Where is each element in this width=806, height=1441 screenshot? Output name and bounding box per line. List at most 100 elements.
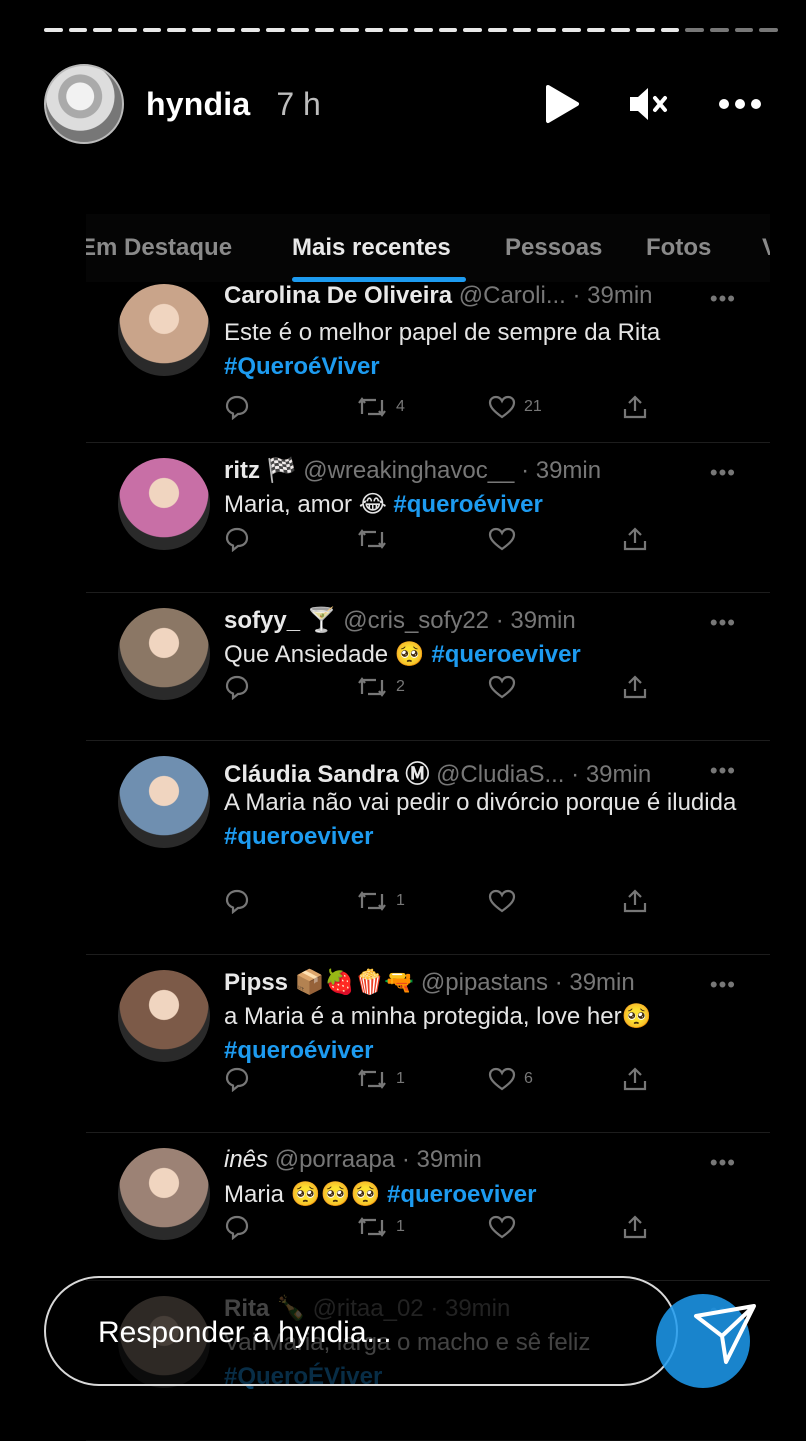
mute-icon[interactable]	[628, 84, 670, 124]
like-icon	[488, 674, 516, 700]
hashtag-link[interactable]: #queroéviver	[393, 491, 542, 518]
share-action[interactable]	[622, 526, 648, 552]
progress-segment	[586, 28, 606, 32]
share-icon	[622, 888, 648, 914]
tweet[interactable]: ritz 🏁 @wreakinghavoc__ · 39min ••• Maria,…	[86, 442, 770, 593]
author-handle[interactable]: @Caroli...	[459, 282, 566, 309]
tweet[interactable]: Carolina De Oliveira @Caroli... · 39min •…	[86, 282, 770, 443]
tweet[interactable]: inês @porraapa · 39min ••• Maria 🥺🥺🥺 #quer…	[86, 1132, 770, 1281]
hashtag-link[interactable]: #queroeviver	[224, 823, 373, 850]
tab-pessoas[interactable]: Pessoas	[505, 234, 602, 262]
tab-mais-recentes[interactable]: Mais recentes	[292, 234, 451, 262]
more-icon[interactable]: •••	[710, 610, 736, 636]
reply-action[interactable]	[224, 526, 250, 552]
retweet-action[interactable]: 2	[356, 674, 405, 700]
tweet-body: Este é o melhor papel de sempre da Rita	[224, 319, 661, 346]
reply-action[interactable]	[224, 888, 250, 914]
author-handle[interactable]: @pipastans	[421, 969, 548, 996]
reply-action[interactable]	[224, 1066, 250, 1092]
avatar[interactable]	[118, 608, 210, 700]
tweet[interactable]: Cláudia Sandra Ⓜ @CludiaS... · 39min ••• A…	[86, 740, 770, 955]
author-name[interactable]: ritz 🏁	[224, 457, 297, 484]
progress-segment	[364, 28, 384, 32]
avatar[interactable]	[118, 970, 210, 1062]
story-header: hyndia 7 h	[44, 62, 762, 146]
hashtag-link[interactable]: #QueroéViver	[224, 353, 380, 380]
share-action[interactable]	[622, 1214, 648, 1240]
reply-input[interactable]: Responder a hyndia...	[44, 1276, 678, 1386]
more-icon[interactable]: •••	[710, 758, 736, 784]
tweet-text: Maria, amor 😂 #queroéviver	[224, 488, 744, 522]
tweet[interactable]: Pipss 📦🍓🍿🔫 @pipastans · 39min ••• a Maria …	[86, 954, 770, 1133]
share-action[interactable]	[622, 1066, 648, 1092]
author-handle[interactable]: @CludiaS...	[436, 761, 564, 788]
reply-action[interactable]	[224, 1214, 250, 1240]
hashtag-link[interactable]: #queroeviver	[431, 641, 580, 668]
avatar[interactable]	[118, 756, 210, 848]
author-handle[interactable]: @porraapa	[275, 1146, 395, 1173]
likes-count: 21	[524, 398, 542, 415]
progress-segment	[463, 28, 483, 32]
like-action[interactable]	[488, 888, 524, 914]
hashtag-link[interactable]: #queroéviver	[224, 1037, 373, 1064]
retweets-count: 1	[396, 892, 405, 909]
reply-action[interactable]	[224, 394, 250, 420]
tweet-header: ritz 🏁 @wreakinghavoc__ · 39min	[224, 456, 740, 485]
tab-fotos[interactable]: Fotos	[646, 234, 711, 262]
retweets-count: 1	[396, 1218, 405, 1235]
tweet[interactable]: sofyy_ 🍸 @cris_sofy22 · 39min ••• Que Ansi…	[86, 592, 770, 741]
retweet-action[interactable]	[356, 526, 396, 552]
like-action[interactable]: 21	[488, 394, 542, 420]
retweet-action[interactable]: 1	[356, 1214, 405, 1240]
share-icon	[622, 1066, 648, 1092]
like-action[interactable]	[488, 526, 524, 552]
progress-segment	[438, 28, 458, 32]
retweet-action[interactable]: 1	[356, 888, 405, 914]
tweet-actions	[224, 526, 647, 556]
progress-segment	[660, 28, 680, 32]
share-action[interactable]	[622, 674, 648, 700]
profile-avatar[interactable]	[44, 64, 124, 144]
reply-icon	[224, 526, 250, 552]
like-action[interactable]	[488, 674, 524, 700]
author-handle[interactable]: @wreakinghavoc__	[303, 457, 514, 484]
username[interactable]: hyndia	[146, 86, 250, 123]
retweet-action[interactable]: 1	[356, 1066, 405, 1092]
more-options-icon[interactable]	[718, 98, 762, 110]
tab-videos[interactable]: V	[762, 234, 770, 262]
author-name[interactable]: Carolina De Oliveira	[224, 282, 452, 309]
author-name[interactable]: sofyy_ 🍸	[224, 607, 337, 634]
author-name[interactable]: Cláudia Sandra Ⓜ	[224, 761, 429, 788]
more-icon[interactable]: •••	[710, 286, 736, 312]
more-icon[interactable]: •••	[710, 1150, 736, 1176]
like-action[interactable]	[488, 1214, 524, 1240]
retweet-icon	[356, 526, 388, 552]
tab-em-destaque[interactable]: Em Destaque	[86, 234, 232, 262]
avatar[interactable]	[118, 1148, 210, 1240]
retweet-action[interactable]: 4	[356, 394, 405, 420]
hashtag-link[interactable]: #queroeviver	[387, 1181, 536, 1208]
progress-segment	[488, 28, 507, 32]
tweet-text: Este é o melhor papel de sempre da Rita #…	[224, 316, 744, 384]
play-icon[interactable]	[544, 84, 580, 124]
progress-segment	[216, 28, 236, 32]
progress-segment	[685, 28, 705, 32]
avatar[interactable]	[118, 458, 210, 550]
tweet-time: · 39min	[571, 761, 652, 788]
author-name[interactable]: Pipss 📦🍓🍿🔫	[224, 969, 414, 996]
share-action[interactable]	[622, 888, 648, 914]
like-action[interactable]: 6	[488, 1066, 533, 1092]
progress-segment	[68, 28, 88, 32]
more-icon[interactable]: •••	[710, 460, 736, 486]
tweet-time: · 39min	[572, 282, 653, 309]
tweet-body: Maria 🥺🥺🥺	[224, 1181, 381, 1208]
progress-segment	[759, 28, 779, 32]
reply-action[interactable]	[224, 674, 250, 700]
more-icon[interactable]: •••	[710, 972, 736, 998]
avatar[interactable]	[118, 284, 210, 376]
author-handle[interactable]: @cris_sofy22	[343, 607, 489, 634]
like-icon	[488, 888, 516, 914]
reply-placeholder: Responder a hyndia...	[98, 1316, 392, 1349]
author-name[interactable]: inês	[224, 1146, 268, 1173]
share-action[interactable]	[622, 394, 648, 420]
